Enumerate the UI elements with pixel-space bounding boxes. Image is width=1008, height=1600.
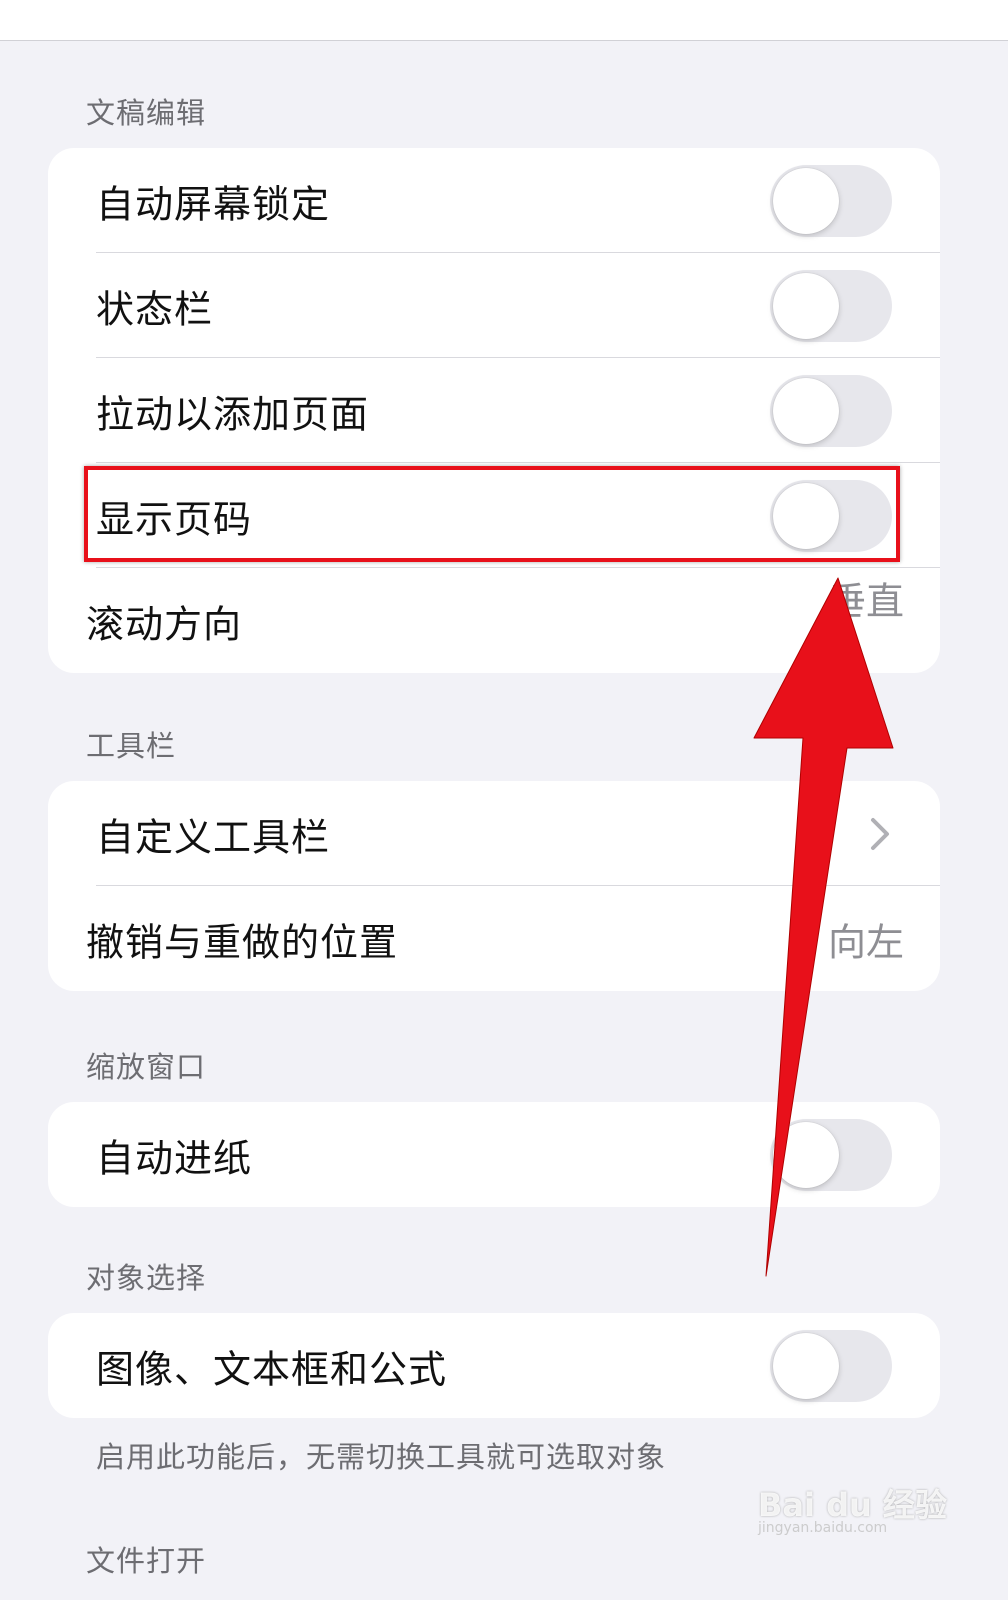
auto-paper-feed-toggle[interactable]: [770, 1118, 892, 1191]
row-label: 状态栏: [96, 287, 214, 331]
row-label: 滚动方向: [86, 602, 243, 646]
row-images-textboxes-formulas[interactable]: 图像、文本框和公式: [48, 1313, 940, 1418]
chevron-right-icon: [871, 817, 889, 850]
row-scroll-direction[interactable]: 滚动方向 垂直: [48, 568, 940, 673]
settings-group-manuscript: 自动屏幕锁定 状态栏 拉动以添加页面 显示页码 滚动方向 垂直: [48, 148, 940, 673]
row-auto-screen-lock[interactable]: 自动屏幕锁定: [48, 148, 940, 253]
section-header-file-open: 文件打开: [86, 1544, 207, 1578]
settings-group-zoom-window: 自动进纸: [48, 1102, 940, 1207]
row-label: 撤销与重做的位置: [86, 920, 399, 964]
row-pull-to-add-page[interactable]: 拉动以添加页面: [48, 358, 940, 463]
row-label: 自动进纸: [96, 1136, 253, 1180]
watermark-url: jingyan.baidu.com: [758, 1520, 888, 1536]
section-header-object-selection: 对象选择: [86, 1261, 207, 1295]
row-show-page-numbers[interactable]: 显示页码: [48, 463, 940, 568]
toggle-knob: [773, 482, 839, 549]
toggle-knob: [773, 377, 839, 444]
row-undo-redo-position[interactable]: 撤销与重做的位置 向左: [48, 886, 940, 991]
row-label: 拉动以添加页面: [96, 392, 370, 436]
auto-screen-lock-toggle[interactable]: [770, 164, 892, 237]
settings-group-toolbar: 自定义工具栏 撤销与重做的位置 向左: [48, 781, 940, 991]
watermark-logo: Bai du 经验: [758, 1486, 947, 1524]
status-bar-toggle[interactable]: [770, 269, 892, 342]
section-header-toolbar: 工具栏: [86, 729, 177, 763]
toggle-knob: [773, 167, 839, 234]
undo-redo-position-value[interactable]: 向左: [828, 911, 904, 966]
toggle-knob: [773, 1332, 839, 1399]
row-label: 图像、文本框和公式: [96, 1347, 448, 1391]
toggle-knob: [773, 272, 839, 339]
top-navigation-bar: [0, 0, 1008, 41]
pull-to-add-page-toggle[interactable]: [770, 374, 892, 447]
toggle-knob: [773, 1121, 839, 1188]
row-label: 自定义工具栏: [96, 815, 331, 859]
row-status-bar[interactable]: 状态栏: [48, 253, 940, 358]
settings-group-object-selection: 图像、文本框和公式: [48, 1313, 940, 1418]
row-auto-paper-feed[interactable]: 自动进纸: [48, 1102, 940, 1207]
row-customize-toolbar[interactable]: 自定义工具栏: [48, 781, 940, 886]
row-label: 显示页码: [96, 497, 253, 541]
object-selection-footer-note: 启用此功能后，无需切换工具就可选取对象: [96, 1440, 667, 1474]
section-header-manuscript: 文稿编辑: [86, 96, 207, 130]
scroll-direction-value[interactable]: 垂直: [828, 571, 904, 626]
watermark: Bai du 经验 jingyan.baidu.com: [758, 1480, 947, 1540]
row-label: 自动屏幕锁定: [96, 182, 331, 226]
show-page-numbers-toggle[interactable]: [770, 479, 892, 552]
images-textboxes-formulas-toggle[interactable]: [770, 1329, 892, 1402]
section-header-zoom-window: 缩放窗口: [86, 1050, 207, 1084]
